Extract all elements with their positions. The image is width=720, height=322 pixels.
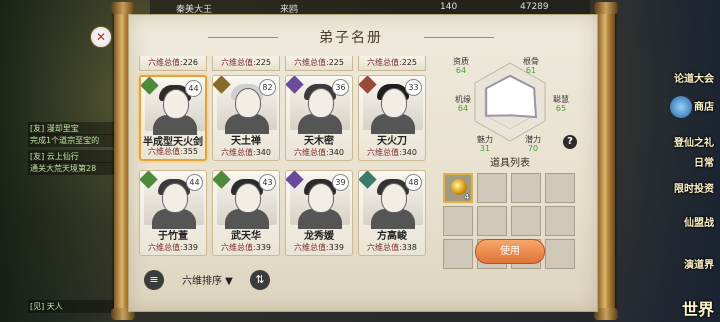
disciple-stat: 六维总值:339 xyxy=(221,243,271,252)
attr-qianli: 潜力 70 xyxy=(525,135,541,153)
disciple-name: 龙秀媛 xyxy=(304,231,334,242)
swap-sort-icon[interactable]: ⇅ xyxy=(250,270,270,290)
disciple-card[interactable]: 48 方高峻 六维总值:338 xyxy=(358,170,426,256)
item-slot[interactable] xyxy=(545,239,575,269)
menu-item[interactable]: 仙盟战 xyxy=(684,214,714,229)
level-badge: 44 xyxy=(186,174,203,191)
portrait-head xyxy=(381,88,407,118)
disciple-name: 天木密 xyxy=(304,136,334,147)
help-icon[interactable]: ? xyxy=(563,135,577,149)
sort-bar: ≡ 六维排序 ▼ ⇅ xyxy=(144,268,274,290)
item-slot[interactable] xyxy=(477,173,507,203)
disciple-name: 天土禅 xyxy=(231,136,261,147)
disciple-stat: 六维总值:339 xyxy=(294,243,344,252)
level-badge: 44 xyxy=(185,80,202,97)
close-icon[interactable]: ✕ xyxy=(90,26,112,48)
card-partial[interactable]: 六维总值:225 xyxy=(212,56,280,71)
disciple-name: 天火刀 xyxy=(377,136,407,147)
disciple-stat: 六维总值:338 xyxy=(367,243,417,252)
level-badge: 43 xyxy=(259,174,276,191)
disciple-card[interactable]: 82 天土禅 六维总值:340 xyxy=(212,75,280,161)
portrait-head xyxy=(163,89,189,119)
item-slot[interactable] xyxy=(545,206,575,236)
item-quantity: 4 xyxy=(464,193,469,201)
level-badge: 48 xyxy=(405,174,422,191)
chat-line: 完成1个道宗至宝的 xyxy=(28,134,114,147)
disciple-stat: 六维总值:340 xyxy=(294,148,344,157)
disciple-name: 于竹萱 xyxy=(158,231,188,242)
item-slot[interactable] xyxy=(443,206,473,236)
attr-jiyuan: 机缘 64 xyxy=(455,95,471,113)
portrait-head xyxy=(235,183,261,213)
attr-zizhi: 资质 64 xyxy=(453,57,469,75)
level-badge: 39 xyxy=(332,174,349,191)
menu-item[interactable]: 日常 xyxy=(694,154,714,169)
portrait-head xyxy=(235,88,261,118)
disciple-card[interactable]: 43 武天华 六维总值:339 xyxy=(212,170,280,256)
menu-item[interactable]: 世界 xyxy=(682,296,714,320)
panel-title: 弟子名册 xyxy=(319,30,383,46)
menu-item[interactable]: 登仙之礼 xyxy=(674,134,714,149)
card-partial[interactable]: 六维总值:225 xyxy=(358,56,426,71)
item-list-title: 道具列表 xyxy=(490,158,530,169)
list-icon[interactable]: ≡ xyxy=(144,270,164,290)
disciple-stat: 六维总值:339 xyxy=(148,243,198,252)
chat-line: 通关大荒天境第28 xyxy=(28,162,114,175)
left-hud: [友] 漫却里宝 完成1个道宗至宝的 [友] 云上仙行 通关大荒天境第28 [见… xyxy=(0,0,120,322)
menu-item[interactable]: 论道大会 xyxy=(674,70,714,85)
level-badge: 82 xyxy=(259,79,276,96)
shop-icon xyxy=(670,96,692,118)
top-text: 140 xyxy=(440,2,458,12)
use-button[interactable]: 使用 xyxy=(475,239,545,264)
attr-gengu: 根骨 61 xyxy=(523,57,539,75)
item-slot[interactable]: 4 xyxy=(443,173,473,203)
attr-meili: 魅力 31 xyxy=(477,135,493,153)
panel-title-wrap: 弟子名册 xyxy=(208,26,494,50)
currency-value: 47289 xyxy=(520,2,549,12)
item-slot[interactable] xyxy=(511,173,541,203)
disciple-stat: 六维总值:340 xyxy=(221,148,271,157)
level-badge: 36 xyxy=(332,79,349,96)
portrait-head xyxy=(308,183,334,213)
disciple-card[interactable]: 36 天木密 六维总值:340 xyxy=(285,75,353,161)
level-badge: 33 xyxy=(405,79,422,96)
disciple-card[interactable]: 33 天火刀 六维总值:340 xyxy=(358,75,426,161)
item-slot[interactable] xyxy=(545,173,575,203)
portrait-head xyxy=(381,183,407,213)
menu-item[interactable]: 演道界 xyxy=(684,256,714,271)
disciple-stat: 六维总值:355 xyxy=(148,147,198,156)
item-slot[interactable] xyxy=(443,239,473,269)
card-partial[interactable]: 六维总值:226 xyxy=(139,56,207,71)
disciple-name: 方高峻 xyxy=(377,231,407,242)
disciple-stat: 六维总值:340 xyxy=(367,148,417,157)
menu-item[interactable]: 商店 xyxy=(670,96,714,118)
disciple-card[interactable]: 39 龙秀媛 六维总值:339 xyxy=(285,170,353,256)
disciple-name: 武天华 xyxy=(231,231,261,242)
scroll-rod-right xyxy=(594,2,618,320)
chat-line: [见] 天人 xyxy=(28,300,114,313)
portrait-head xyxy=(308,88,334,118)
disciple-card[interactable]: 44 于竹萱 六维总值:339 xyxy=(139,170,207,256)
attr-conghui: 聪慧 65 xyxy=(553,95,569,113)
menu-item[interactable]: 限时投资 xyxy=(674,180,714,195)
card-partial[interactable]: 六维总值:225 xyxy=(285,56,353,71)
disciple-card[interactable]: 44 半成型天火剑 六维总值:355 xyxy=(139,75,207,161)
portrait-head xyxy=(162,183,188,213)
item-slot[interactable] xyxy=(511,206,541,236)
item-slot[interactable] xyxy=(477,206,507,236)
sort-dropdown[interactable]: 六维排序 ▼ xyxy=(182,272,233,287)
